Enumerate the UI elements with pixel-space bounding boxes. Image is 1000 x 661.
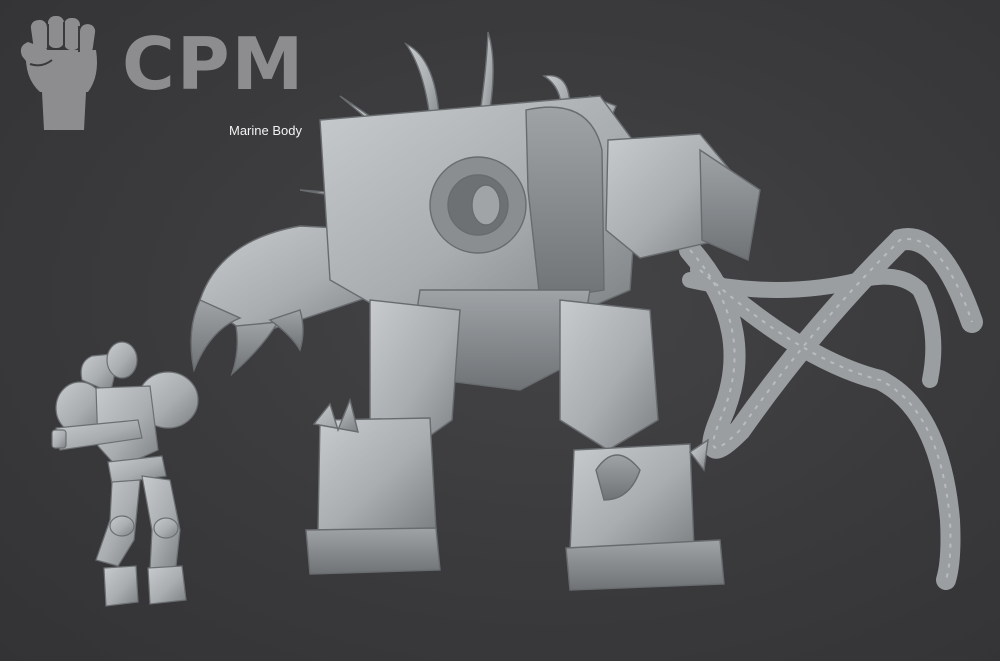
render-viewport: CPM Marine Body [0,0,1000,661]
miniature-render [51,31,983,607]
daemon-engine-figure [190,31,983,591]
marine-figure [51,341,199,607]
